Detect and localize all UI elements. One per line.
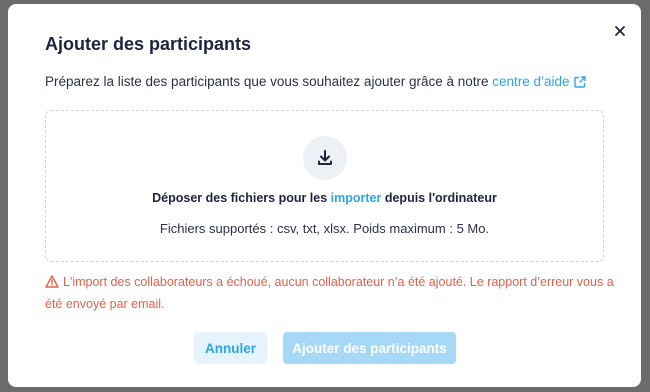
add-participants-button[interactable]: Ajouter des participants: [283, 332, 456, 364]
download-button[interactable]: [303, 136, 347, 180]
cancel-button[interactable]: Annuler: [194, 332, 267, 364]
error-text: L'import des collaborateurs a échoué, au…: [45, 275, 614, 311]
intro-label: Préparez la liste des participants que v…: [45, 74, 493, 89]
modal-title: Ajouter des participants: [45, 34, 252, 54]
close-icon[interactable]: [613, 24, 627, 38]
warning-icon: [45, 275, 59, 288]
add-participants-modal: Ajouter des participants Préparez la lis…: [8, 4, 641, 387]
supported-formats: Fichiers supportés : csv, txt, xlsx. Poi…: [159, 221, 490, 236]
import-link[interactable]: importer: [331, 191, 382, 205]
intro-text: Préparez la liste des participants que v…: [45, 74, 586, 89]
file-dropzone[interactable]: Déposer des fichiers pour les importer d…: [45, 110, 604, 262]
import-error-message: L'import des collaborateurs a échoué, au…: [45, 271, 615, 315]
dropzone-text-before: Déposer des fichiers pour les: [152, 191, 331, 205]
download-icon: [318, 150, 332, 165]
dropzone-instruction: Déposer des fichiers pour les importer d…: [46, 191, 603, 205]
dropzone-text-after: depuis l'ordinateur: [381, 191, 497, 205]
help-center-link-label: centre d’aide: [492, 74, 570, 89]
help-center-link[interactable]: centre d’aide: [492, 74, 586, 89]
external-link-icon: [573, 76, 586, 88]
